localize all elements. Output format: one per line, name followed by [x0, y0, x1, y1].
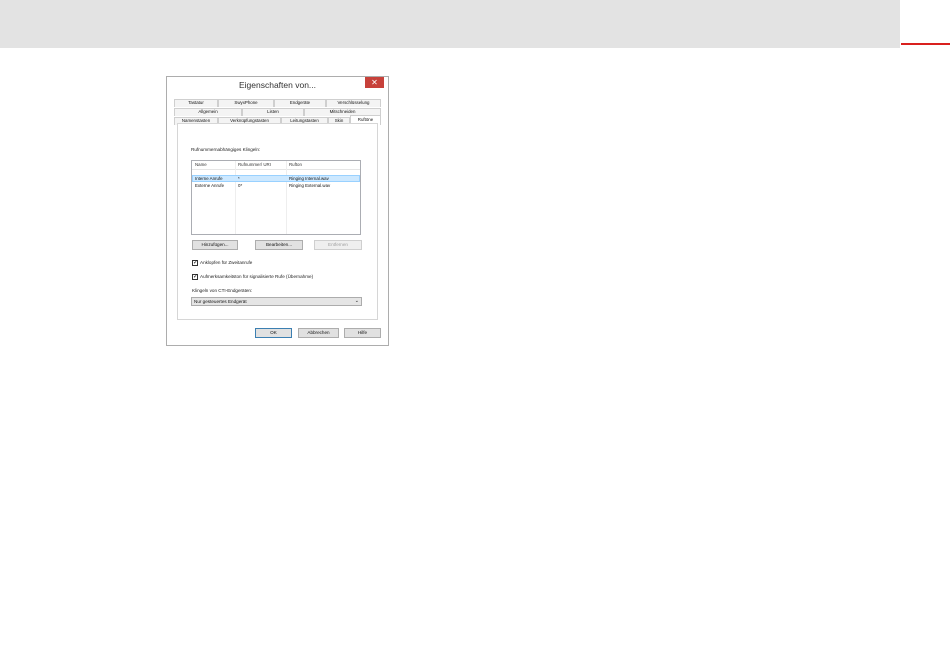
edit-button[interactable]: Bearbeiten... — [255, 240, 303, 250]
top-banner — [0, 0, 900, 48]
column-number[interactable]: Rufnummer/ URI — [238, 162, 271, 167]
add-button[interactable]: Hinzufügen... — [192, 240, 238, 250]
list-item[interactable]: Interne Anrufe * Ringing Internal.wav — [192, 175, 360, 182]
row-number: * — [238, 176, 240, 181]
row-number: 0* — [238, 183, 243, 188]
checkmark-icon: ✓ — [193, 260, 199, 266]
row-name: Externe Anrufe — [195, 183, 225, 188]
ok-button[interactable]: OK — [255, 328, 292, 338]
knock-checkbox[interactable]: ✓ — [192, 260, 198, 266]
list-item[interactable]: Externe Anrufe 0* Ringing External.wav — [192, 183, 360, 190]
cti-label: Klingeln von CTI-Endgeräten: — [192, 288, 253, 293]
tab-tastatur[interactable]: Tastatur — [174, 99, 218, 107]
tab-endgeraete[interactable]: Endgeräte — [274, 99, 326, 107]
cti-selected-value: Nur gesteuertes Endgerät — [194, 299, 247, 304]
tab-listen[interactable]: Listen — [242, 108, 304, 116]
properties-dialog: Eigenschaften von... ✕ Tastatur SwyxPhon… — [166, 76, 389, 346]
column-tone[interactable]: Rufton — [289, 162, 302, 167]
knock-label: Anklopfen für Zweitanrufe — [200, 260, 253, 265]
group-label: Rufnummernabhängiges Klingeln: — [191, 147, 261, 152]
tab-swyxphone[interactable]: SwyxPhone — [218, 99, 274, 107]
attention-label: Aufmerksamkeitston für signalisierte Ruf… — [200, 274, 314, 279]
tab-row-1: Tastatur SwyxPhone Endgeräte Verschlüsse… — [174, 99, 381, 107]
close-button[interactable]: ✕ — [365, 77, 384, 88]
checkmark-icon: ✓ — [193, 274, 199, 280]
cancel-button[interactable]: Abbrechen — [298, 328, 339, 338]
remove-button[interactable]: Entfernen — [314, 240, 362, 250]
row-tone: Ringing Internal.wav — [289, 176, 329, 181]
row-tone: Ringing External.wav — [289, 183, 331, 188]
close-icon: ✕ — [371, 78, 378, 87]
tab-verschluesselung[interactable]: Verschlüsselung — [326, 99, 381, 107]
column-divider — [235, 161, 236, 234]
help-button[interactable]: Hilfe — [344, 328, 381, 338]
cti-select[interactable]: Nur gesteuertes Endgerät ⌄ — [191, 297, 362, 306]
ringtone-list[interactable]: Name Rufnummer/ URI Rufton Interne Anruf… — [191, 160, 361, 235]
top-banner-corner — [900, 0, 950, 48]
column-name[interactable]: Name — [195, 162, 207, 167]
title-bar[interactable]: Eigenschaften von... ✕ — [167, 77, 388, 98]
accent-line — [901, 43, 950, 45]
tab-allgemein[interactable]: Allgemein — [174, 108, 242, 116]
attention-checkbox[interactable]: ✓ — [192, 274, 198, 280]
row-name: Interne Anrufe — [195, 176, 223, 181]
dialog-title: Eigenschaften von... — [238, 80, 317, 90]
list-header: Name Rufnummer/ URI Rufton — [192, 161, 360, 170]
chevron-down-icon: ⌄ — [354, 298, 359, 304]
column-divider — [286, 161, 287, 234]
